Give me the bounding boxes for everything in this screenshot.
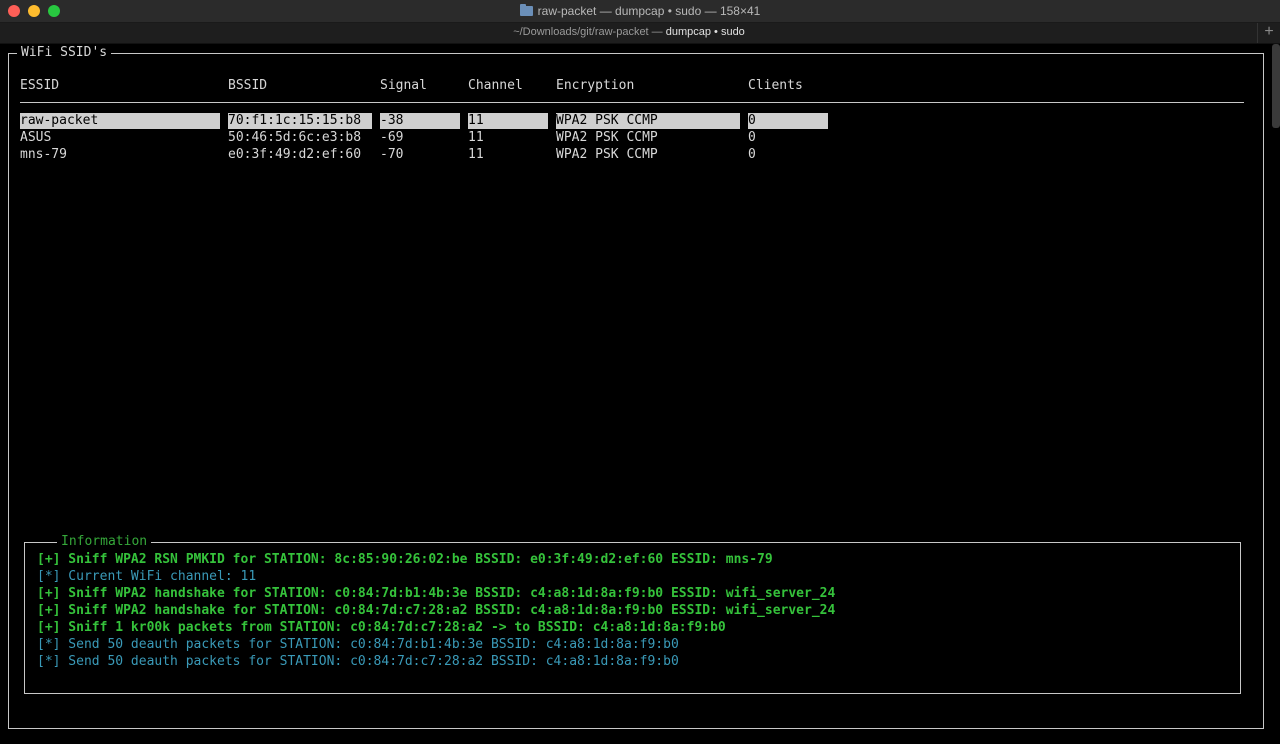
tab-active[interactable]: ~/Downloads/git/raw-packet — dumpcap • s… <box>0 26 1258 38</box>
header-encryption: Encryption <box>556 78 635 93</box>
ssid-cell-essid[interactable]: raw-packet <box>20 113 220 129</box>
ssid-cell-channel[interactable]: 11 <box>468 147 484 163</box>
terminal-window: raw-packet — dumpcap • sudo — 158×41 ~/D… <box>0 0 1280 744</box>
title-bar[interactable]: raw-packet — dumpcap • sudo — 158×41 <box>0 0 1280 23</box>
info-log-line: [*] Send 50 deauth packets for STATION: … <box>37 637 679 652</box>
ssid-cell-encryption[interactable]: WPA2 PSK CCMP <box>556 130 658 146</box>
ssid-cell-essid[interactable]: ASUS <box>20 130 51 146</box>
info-panel-title: Information <box>57 534 152 550</box>
ssid-cell-bssid[interactable]: 50:46:5d:6c:e3:b8 <box>228 130 361 146</box>
ssid-cell-clients[interactable]: 0 <box>748 130 756 146</box>
info-log-line: [+] Sniff WPA2 handshake for STATION: c0… <box>37 586 836 601</box>
folder-icon <box>519 4 533 16</box>
header-divider <box>20 102 1244 103</box>
ssid-cell-signal[interactable]: -70 <box>380 147 403 163</box>
ssid-cell-encryption[interactable]: WPA2 PSK CCMP <box>556 113 740 129</box>
info-log-line: [*] Current WiFi channel: 11 <box>37 569 257 584</box>
info-log-line: [+] Sniff WPA2 RSN PMKID for STATION: 8c… <box>37 552 773 567</box>
tab-process: dumpcap • sudo <box>665 26 745 38</box>
header-channel: Channel <box>468 78 523 93</box>
ssid-cell-bssid[interactable]: 70:f1:1c:15:15:b8 <box>228 113 372 129</box>
terminal-content[interactable]: WiFi SSID's ESSID BSSID Signal Channel E… <box>0 44 1272 744</box>
header-bssid: BSSID <box>228 78 268 93</box>
header-essid: ESSID <box>20 78 60 93</box>
ssid-cell-clients[interactable]: 0 <box>748 147 756 163</box>
info-log-line: [*] Send 50 deauth packets for STATION: … <box>37 654 679 669</box>
ssid-cell-bssid[interactable]: e0:3f:49:d2:ef:60 <box>228 147 361 163</box>
ssid-cell-clients[interactable]: 0 <box>748 113 828 129</box>
tab-bar: ~/Downloads/git/raw-packet — dumpcap • s… <box>0 23 1280 44</box>
new-tab-button[interactable]: + <box>1257 23 1280 43</box>
ssid-panel-title: WiFi SSID's <box>17 45 112 61</box>
ssid-cell-essid[interactable]: mns-79 <box>20 147 67 163</box>
info-panel: Information [+] Sniff WPA2 RSN PMKID for… <box>24 534 1241 694</box>
ssid-cell-signal[interactable]: -69 <box>380 130 403 146</box>
ssid-cell-signal[interactable]: -38 <box>380 113 460 129</box>
info-log-line: [+] Sniff 1 kr00k packets from STATION: … <box>37 620 726 635</box>
window-title-text: raw-packet — dumpcap • sudo — 158×41 <box>537 4 761 18</box>
window-title: raw-packet — dumpcap • sudo — 158×41 <box>0 4 1280 18</box>
tab-path: ~/Downloads/git/raw-packet — <box>513 26 666 38</box>
ssid-cell-channel[interactable]: 11 <box>468 113 548 129</box>
scrollbar[interactable] <box>1272 44 1280 128</box>
info-log-line: [+] Sniff WPA2 handshake for STATION: c0… <box>37 603 836 618</box>
header-clients: Clients <box>748 78 803 93</box>
ssid-cell-channel[interactable]: 11 <box>468 130 484 146</box>
ssid-cell-encryption[interactable]: WPA2 PSK CCMP <box>556 147 658 163</box>
header-signal: Signal <box>380 78 427 93</box>
